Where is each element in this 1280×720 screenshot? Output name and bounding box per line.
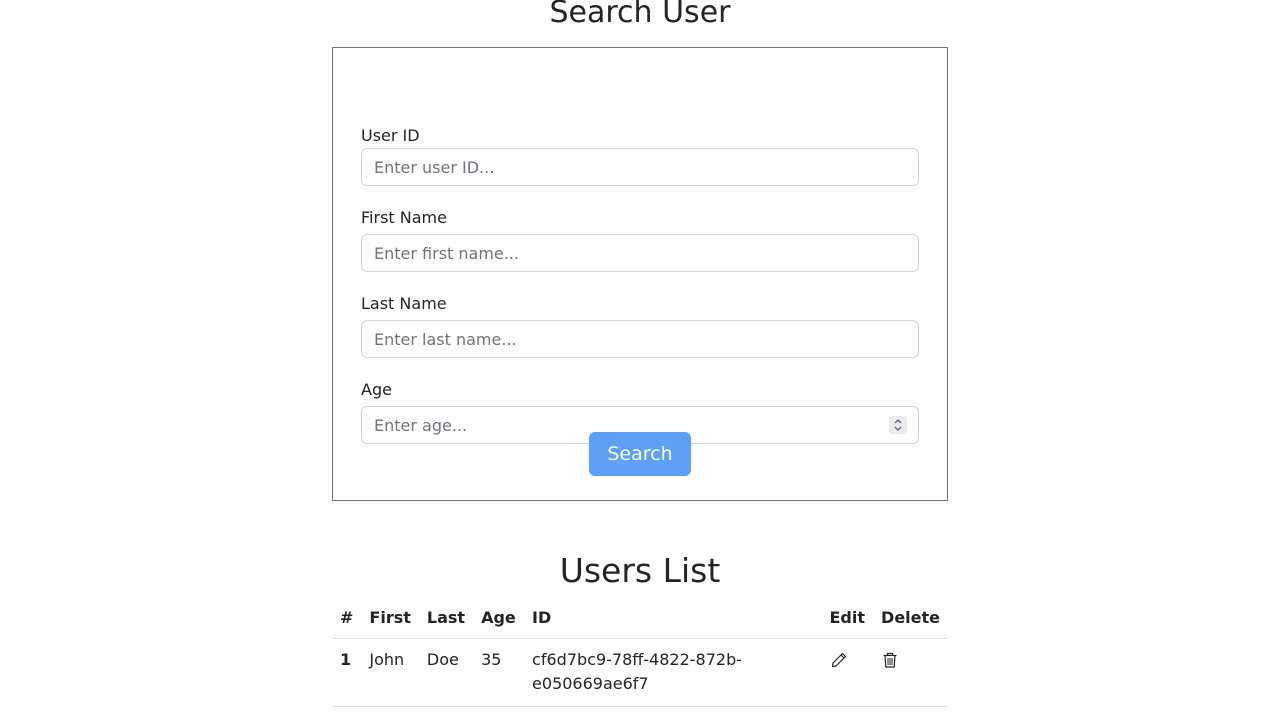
last-name-input[interactable] (361, 320, 919, 358)
row-number: 1 (332, 638, 362, 707)
page-title: Search User (549, 0, 731, 30)
first-name-input[interactable] (361, 234, 919, 272)
search-button[interactable]: Search (589, 432, 691, 476)
search-form: User ID First Name Last Name Age Search (332, 47, 948, 501)
pencil-icon[interactable] (830, 651, 848, 669)
table-header-row: # First Last Age ID Edit Delete (332, 597, 948, 639)
column-header-first: First (361, 597, 419, 639)
column-header-age: Age (473, 597, 525, 639)
column-header-edit: Edit (821, 597, 874, 639)
users-table: # First Last Age ID Edit Delete 1 John D… (332, 597, 948, 707)
row-edit-cell (821, 638, 874, 707)
row-last-name: Doe (418, 638, 474, 707)
spinner-arrows-icon (894, 419, 902, 431)
last-name-label: Last Name (361, 294, 447, 313)
first-name-label: First Name (361, 208, 447, 227)
column-header-delete: Delete (873, 597, 948, 639)
age-spinner[interactable] (889, 416, 907, 434)
trash-icon[interactable] (881, 651, 899, 669)
age-label: Age (361, 380, 392, 399)
users-list-title: Users List (559, 551, 721, 590)
column-header-id: ID (524, 597, 822, 639)
row-delete-cell (873, 638, 948, 707)
column-header-last: Last (418, 597, 474, 639)
page: Search User User ID First Name Last Name… (0, 0, 1280, 720)
user-id-label: User ID (361, 126, 420, 145)
user-id-input[interactable] (361, 148, 919, 186)
column-header-num: # (332, 597, 362, 639)
table-row: 1 John Doe 35 cf6d7bc9-78ff-4822-872b-e0… (332, 638, 948, 707)
row-age: 35 (473, 638, 525, 707)
row-first-name: John (361, 638, 419, 707)
row-user-id: cf6d7bc9-78ff-4822-872b-e050669ae6f7 (524, 638, 822, 707)
